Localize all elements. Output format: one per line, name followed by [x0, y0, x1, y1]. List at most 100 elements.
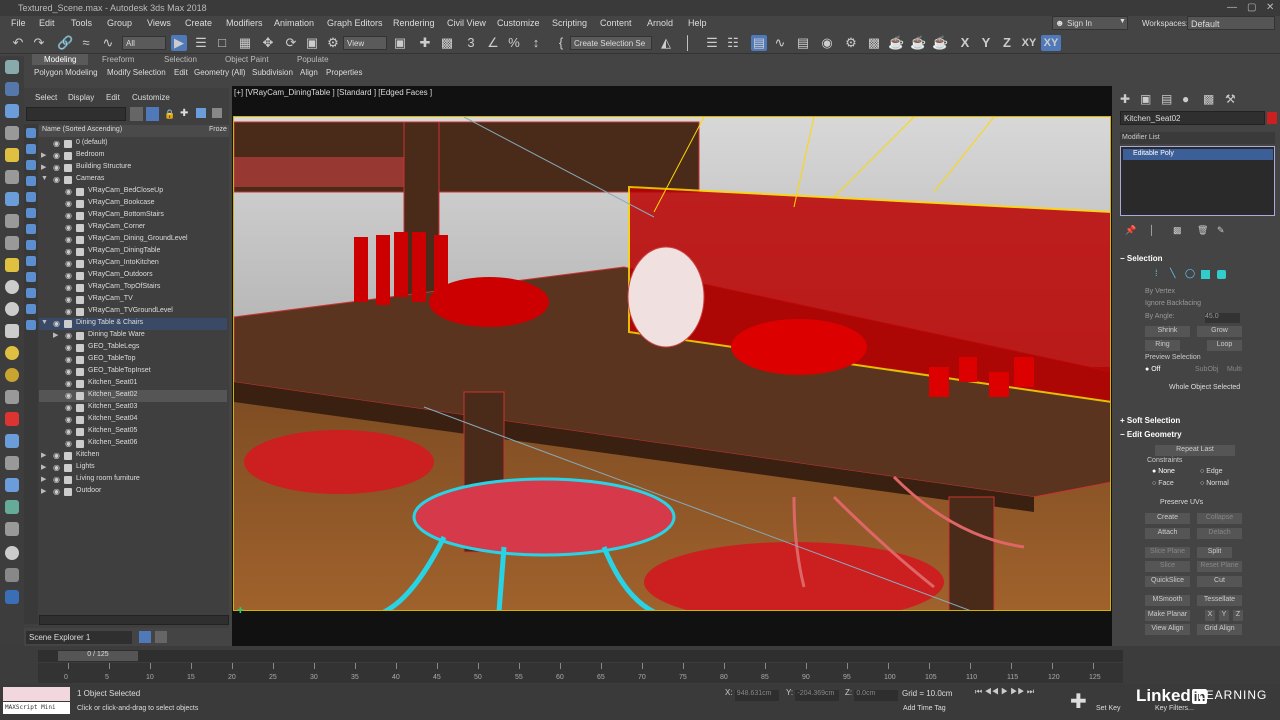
- expand-arrow-icon[interactable]: ▶: [53, 331, 58, 339]
- angle-field[interactable]: 45.0: [1205, 313, 1240, 323]
- tree-row[interactable]: ▶ ◉ Outdoor: [39, 486, 227, 498]
- menu-modifiers[interactable]: Modifiers: [226, 18, 263, 28]
- layer-tool-icon[interactable]: [5, 82, 19, 96]
- hierarchy-tool-icon[interactable]: [5, 126, 19, 140]
- menu-content[interactable]: Content: [600, 18, 632, 28]
- cut-button[interactable]: Cut: [1197, 576, 1242, 587]
- visibility-eye-icon[interactable]: ◉: [53, 451, 60, 460]
- tree-row[interactable]: ◉ VRayCam_Dining_GroundLevel: [39, 234, 227, 246]
- object-tool-icon[interactable]: [5, 104, 19, 118]
- object-color-swatch[interactable]: [1267, 112, 1277, 124]
- tree-row[interactable]: ◉ GEO_TableLegs: [39, 342, 227, 354]
- light-tool-icon[interactable]: [5, 148, 19, 162]
- maxscript-mini-listener[interactable]: MAXScript Mini: [3, 702, 70, 714]
- visibility-eye-icon[interactable]: ◉: [65, 355, 72, 364]
- select-manipulate-icon[interactable]: ✚: [417, 35, 433, 51]
- frame-tool-icon[interactable]: [5, 434, 19, 448]
- display-hidden-icon[interactable]: [26, 304, 36, 314]
- planar-z-button[interactable]: Z: [1233, 610, 1243, 621]
- constraint-edge-radio[interactable]: ○ Edge: [1200, 468, 1223, 475]
- display-tab-icon[interactable]: ▩: [1203, 92, 1214, 106]
- configure-sets-icon[interactable]: ✎: [1217, 225, 1225, 236]
- pivot-center-icon[interactable]: ▣: [392, 35, 408, 51]
- bind-space-warp-icon[interactable]: ∿: [100, 35, 116, 51]
- menu-edit[interactable]: Edit: [39, 18, 55, 28]
- polygon-icon[interactable]: [1201, 270, 1210, 279]
- quickslice-button[interactable]: QuickSlice: [1145, 576, 1190, 587]
- explorer-menu-display[interactable]: Display: [68, 93, 94, 102]
- render-production-icon[interactable]: ☕: [888, 35, 904, 51]
- display-xrefs-icon[interactable]: [26, 240, 36, 250]
- hierarchy-tab-icon[interactable]: ▤: [1161, 92, 1172, 106]
- name-column-header[interactable]: Name (Sorted Ascending): [42, 126, 122, 133]
- select-object-icon[interactable]: ▶: [171, 35, 187, 51]
- shape-tool-icon[interactable]: [5, 214, 19, 228]
- render-ball-icon[interactable]: [5, 546, 19, 560]
- tab-selection[interactable]: Selection: [164, 55, 197, 64]
- tab-freeform[interactable]: Freeform: [102, 55, 134, 64]
- viewport-label[interactable]: [+] [VRayCam_DiningTable ] [Standard ] […: [234, 88, 432, 97]
- helper-tool-icon[interactable]: [5, 192, 19, 206]
- tree-row[interactable]: ◉ VRayCam_Outdoors: [39, 270, 227, 282]
- menu-scripting[interactable]: Scripting: [552, 18, 587, 28]
- redo-icon[interactable]: ↷: [31, 35, 47, 51]
- axis-z-button[interactable]: Z: [999, 35, 1015, 51]
- lock-icon[interactable]: 🔒: [164, 109, 175, 120]
- visibility-eye-icon[interactable]: ◉: [53, 463, 60, 472]
- spacewarp-tool-icon[interactable]: [5, 390, 19, 404]
- visibility-eye-icon[interactable]: ◉: [53, 475, 60, 484]
- key-filters-button[interactable]: Key Filters...: [1155, 705, 1194, 712]
- visibility-eye-icon[interactable]: ◉: [53, 487, 60, 496]
- slice-plane-button[interactable]: Slice Plane: [1145, 547, 1190, 558]
- soft-selection-rollout[interactable]: + Soft Selection: [1120, 416, 1275, 425]
- visibility-eye-icon[interactable]: ◉: [65, 403, 72, 412]
- rendered-frame-window-icon[interactable]: ▩: [866, 35, 882, 51]
- tree-row[interactable]: ◉ VRayCam_IntoKitchen: [39, 258, 227, 270]
- explorer-search-input[interactable]: [26, 107, 126, 121]
- plant-tool-icon[interactable]: [5, 500, 19, 514]
- visibility-eye-icon[interactable]: ◉: [53, 139, 60, 148]
- element-icon[interactable]: [1217, 270, 1226, 279]
- mirror-icon[interactable]: ◭: [658, 35, 674, 51]
- unlink-icon[interactable]: ≈: [78, 35, 94, 51]
- detach-button[interactable]: Detach: [1197, 528, 1242, 539]
- expand-arrow-icon[interactable]: ▶: [41, 487, 46, 495]
- ribbon-align[interactable]: Align: [300, 68, 318, 77]
- planar-x-button[interactable]: X: [1205, 610, 1215, 621]
- expand-arrow-icon[interactable]: ▼: [41, 319, 48, 326]
- by-angle-checkbox[interactable]: By Angle:: [1145, 313, 1175, 320]
- expand-arrow-icon[interactable]: ▶: [41, 451, 46, 459]
- tree-row[interactable]: ◉ Kitchen_Seat03: [39, 402, 227, 414]
- z-value[interactable]: 0.0cm: [854, 690, 899, 701]
- display-bones-icon[interactable]: [26, 256, 36, 266]
- axis-y-button[interactable]: Y: [978, 35, 994, 51]
- teapot-tool-icon[interactable]: [5, 302, 19, 316]
- collapse-button[interactable]: Collapse: [1197, 513, 1242, 524]
- vertex-icon[interactable]: ⁞: [1155, 268, 1158, 278]
- tree-row[interactable]: ◉ Kitchen_Seat04: [39, 414, 227, 426]
- tab-populate[interactable]: Populate: [297, 55, 329, 64]
- tree-row[interactable]: ◉ 0 (default): [39, 138, 227, 150]
- sphere-tool-icon[interactable]: [5, 280, 19, 294]
- keyboard-shortcut-icon[interactable]: ▩: [439, 35, 455, 51]
- modifier-list-dropdown[interactable]: Modifier List: [1120, 132, 1275, 144]
- ribbon-polygon-modeling[interactable]: Polygon Modeling: [34, 68, 98, 77]
- minimize-button[interactable]: —: [1227, 2, 1237, 13]
- display-all-icon[interactable]: [26, 320, 36, 330]
- tree-row[interactable]: ◉ VRayCam_BottomStairs: [39, 210, 227, 222]
- reference-coordinate-dropdown[interactable]: View: [343, 36, 387, 50]
- display-groups-icon[interactable]: [26, 224, 36, 234]
- slice-button[interactable]: Slice: [1145, 561, 1190, 572]
- visibility-eye-icon[interactable]: ◉: [65, 415, 72, 424]
- window-crossing-icon[interactable]: ▦: [237, 35, 253, 51]
- maxscript-listener[interactable]: [3, 687, 70, 701]
- visibility-eye-icon[interactable]: ◉: [65, 187, 72, 196]
- display-shapes-icon[interactable]: [26, 144, 36, 154]
- explorer-horizontal-scrollbar[interactable]: [39, 615, 229, 625]
- curve-editor-icon[interactable]: ∿: [772, 35, 788, 51]
- repeat-last-button[interactable]: Repeat Last: [1155, 445, 1235, 456]
- visibility-eye-icon[interactable]: ◉: [65, 247, 72, 256]
- visibility-eye-icon[interactable]: ◉: [65, 343, 72, 352]
- rotate-icon[interactable]: ⟳: [283, 35, 299, 51]
- visibility-eye-icon[interactable]: ◉: [53, 175, 60, 184]
